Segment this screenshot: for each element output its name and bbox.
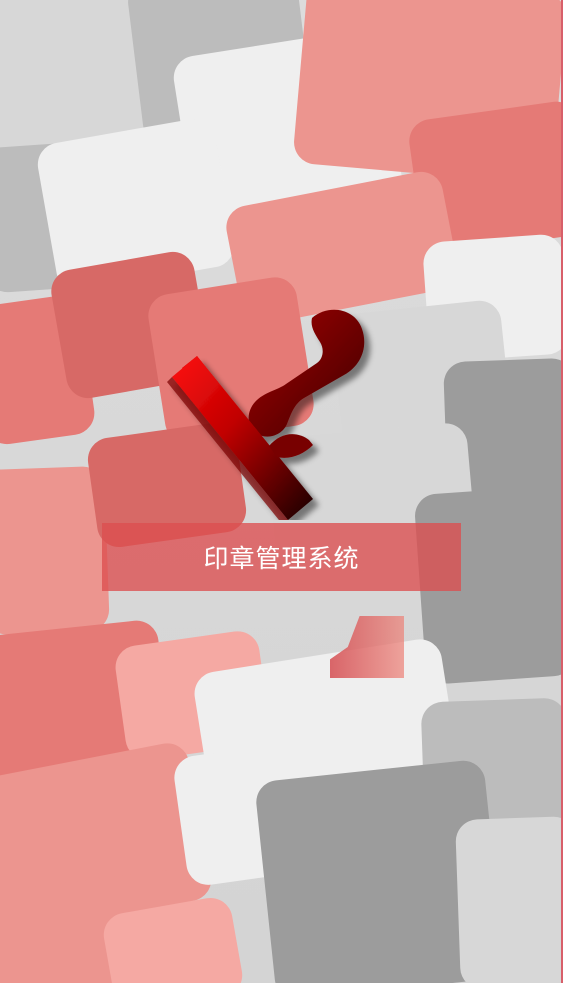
app-title-banner: 印章管理系统: [102, 523, 461, 591]
app-title: 印章管理系统: [203, 544, 360, 573]
background-accent: [330, 616, 404, 678]
stamp-icon: [164, 300, 394, 525]
background-tile: [455, 815, 563, 983]
